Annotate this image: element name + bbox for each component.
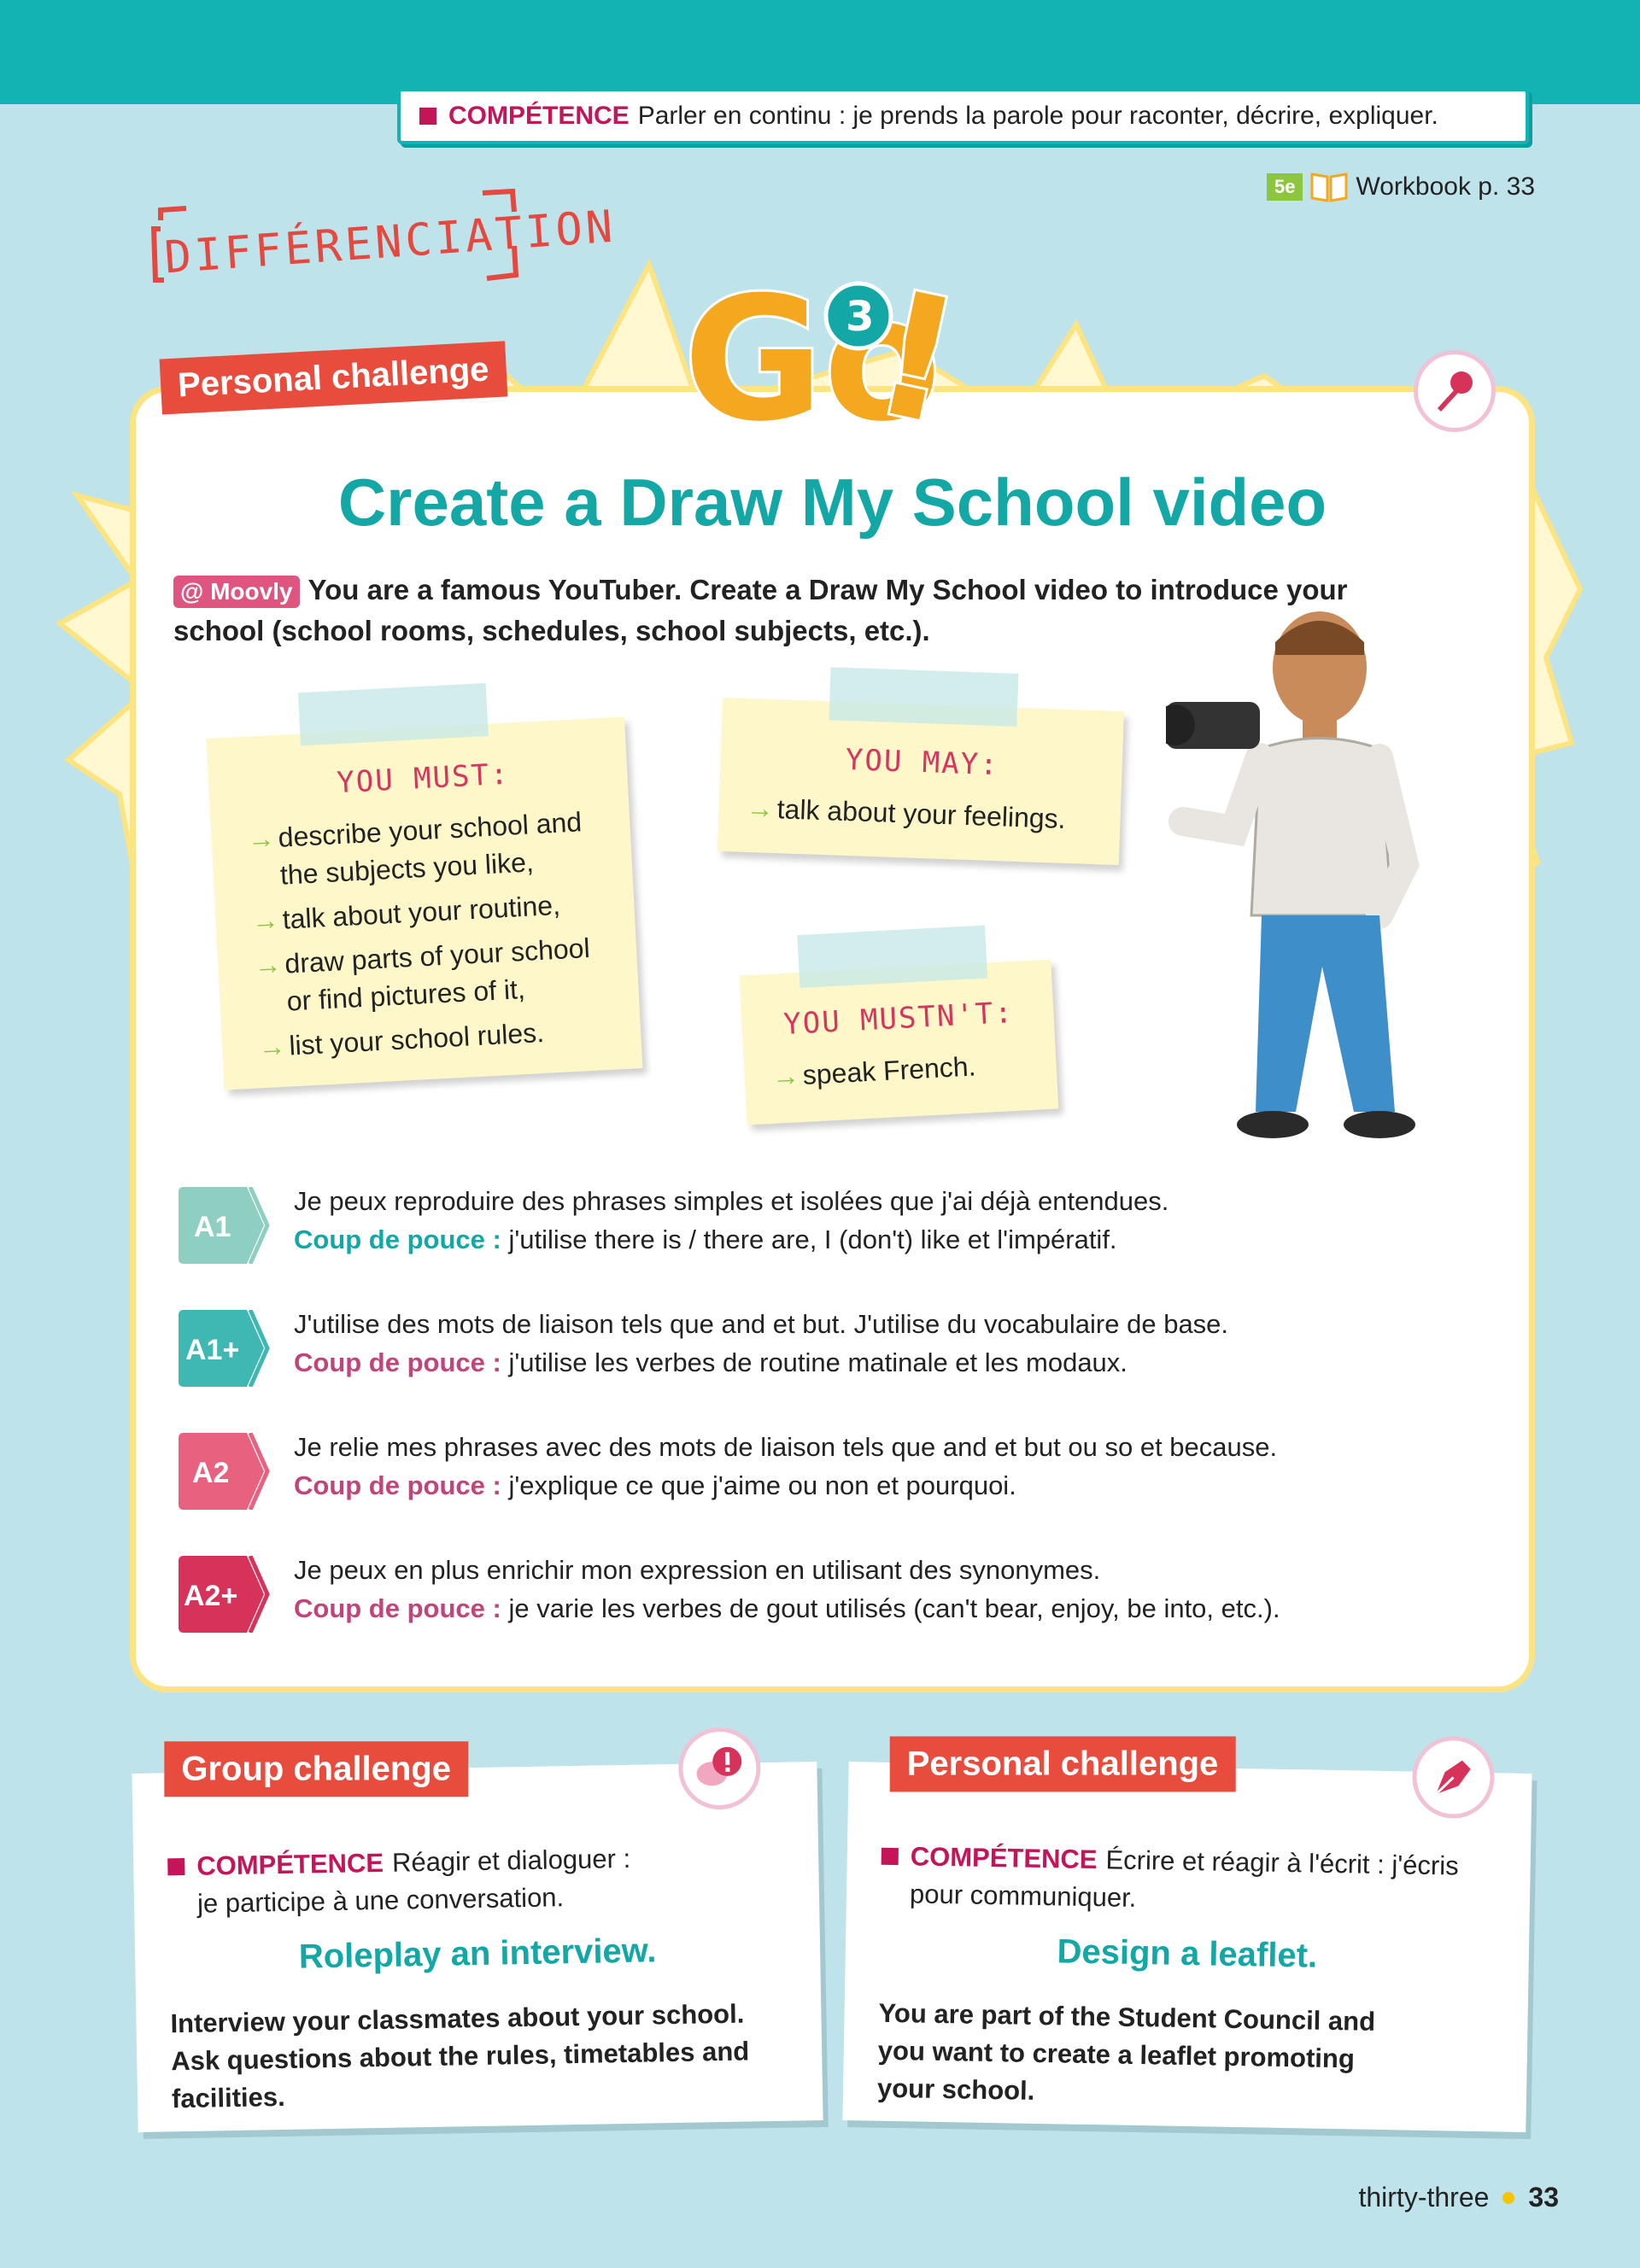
fountain-pen-icon: [1411, 1735, 1496, 1820]
group-subtitle: Roleplay an interview.: [298, 1932, 657, 1976]
speech-bubbles-icon: [677, 1727, 762, 1810]
page-number: 33: [1528, 2182, 1559, 2212]
youtuber-illustration: [1166, 611, 1420, 1138]
competence-banner: COMPÉTENCE Parler en continu : je prends…: [397, 88, 1529, 144]
arrow-icon: →: [257, 1030, 287, 1063]
group-challenge-card: Group challenge COMPÉTENCE Réagir et dial…: [132, 1727, 823, 2132]
mustnt-list: → speak French.: [771, 1044, 1032, 1096]
tape: [797, 925, 988, 988]
level-text: Je peux reproduire des phrases simples e…: [294, 1186, 1169, 1254]
svg-text:A1+: A1+: [185, 1334, 239, 1366]
page-word: thirty-three: [1358, 2182, 1490, 2212]
microphone-icon: [1414, 350, 1496, 432]
personal-subtitle: Design a leaflet.: [1057, 1932, 1318, 1975]
level-badge: A1+: [179, 1310, 270, 1387]
arrow-icon: →: [253, 948, 283, 981]
dot-icon: [1502, 2191, 1515, 2204]
group-competence: COMPÉTENCE Réagir et dialoguer : je parti…: [167, 1840, 631, 1923]
page-footer: thirty-three 33: [1358, 2182, 1559, 2213]
bullet-square-icon: [167, 1857, 185, 1876]
list-item: → describe your school and the subjects y…: [246, 806, 583, 891]
level-text: J'utilise des mots de liaison tels que a…: [294, 1309, 1229, 1377]
challenge-title: Create a Draw My School video: [337, 465, 1327, 540]
bullet-square-icon: [881, 1847, 899, 1866]
level-badge: A2+: [179, 1556, 270, 1633]
note-title: YOU MUSTN'T:: [782, 995, 1015, 1043]
svg-text:3: 3: [846, 293, 874, 341]
arrow-icon: →: [250, 903, 280, 937]
sticky-note-you-must: YOU MUST: → describe your school and the …: [206, 682, 643, 1090]
sticky-note-you-may: YOU MAY: → talk about your feelings.: [718, 667, 1124, 866]
must-list: → describe your school and the subjects y…: [247, 802, 616, 1066]
list-item: → talk about your feelings.: [746, 789, 1095, 839]
level-badge: A1: [179, 1187, 270, 1264]
list-item: → draw parts of your school or find pictu…: [253, 932, 591, 1017]
svg-text:A2+: A2+: [184, 1580, 237, 1612]
competence-text: Parler en continu : je prends la parole …: [637, 102, 1438, 130]
grade-badge: 5e: [1266, 173, 1303, 201]
svg-text:A1: A1: [194, 1211, 231, 1243]
list-item: → speak French.: [771, 1044, 1032, 1096]
arrow-icon: →: [746, 792, 775, 824]
competence-label: COMPÉTENCE: [448, 102, 630, 130]
group-challenge-tag: Group challenge: [164, 1741, 468, 1797]
level-badge: A2: [179, 1433, 270, 1510]
note-title: YOU MAY:: [845, 742, 1000, 783]
tape: [829, 667, 1019, 727]
personal-challenge-card: Personal challenge COMPÉTENCE Écrire et r…: [842, 1735, 1532, 2132]
go-logo: Go 3 !: [681, 251, 965, 444]
workbook-reference[interactable]: 5e Workbook p. 33: [1266, 169, 1535, 205]
group-body: Interview your classmates about your sch…: [170, 1998, 750, 2114]
book-icon: [1310, 172, 1348, 202]
svg-text:A2: A2: [192, 1457, 229, 1489]
personal-challenge-tag: Personal challenge: [889, 1736, 1236, 1792]
tape: [297, 682, 489, 746]
level-text: Je relie mes phrases avec des mots de li…: [294, 1432, 1278, 1500]
level-text: Je peux en plus enrichir mon expression …: [294, 1555, 1280, 1623]
arrow-icon: →: [246, 822, 276, 855]
note-title: YOU MUST:: [336, 757, 511, 801]
sticky-note-you-mustnt: YOU MUSTN'T: → speak French.: [739, 925, 1059, 1125]
workbook-text: Workbook p. 33: [1356, 172, 1535, 201]
moovly-tag[interactable]: @ Moovly: [173, 576, 300, 608]
personal-body: You are part of the Student Council and …: [876, 1997, 1376, 2106]
may-list: → talk about your feelings.: [746, 789, 1095, 839]
personal-competence: COMPÉTENCE Écrire et réagir à l'écrit : j…: [881, 1838, 1459, 1923]
bullet-square-icon: [419, 108, 436, 125]
arrow-icon: →: [770, 1060, 800, 1092]
